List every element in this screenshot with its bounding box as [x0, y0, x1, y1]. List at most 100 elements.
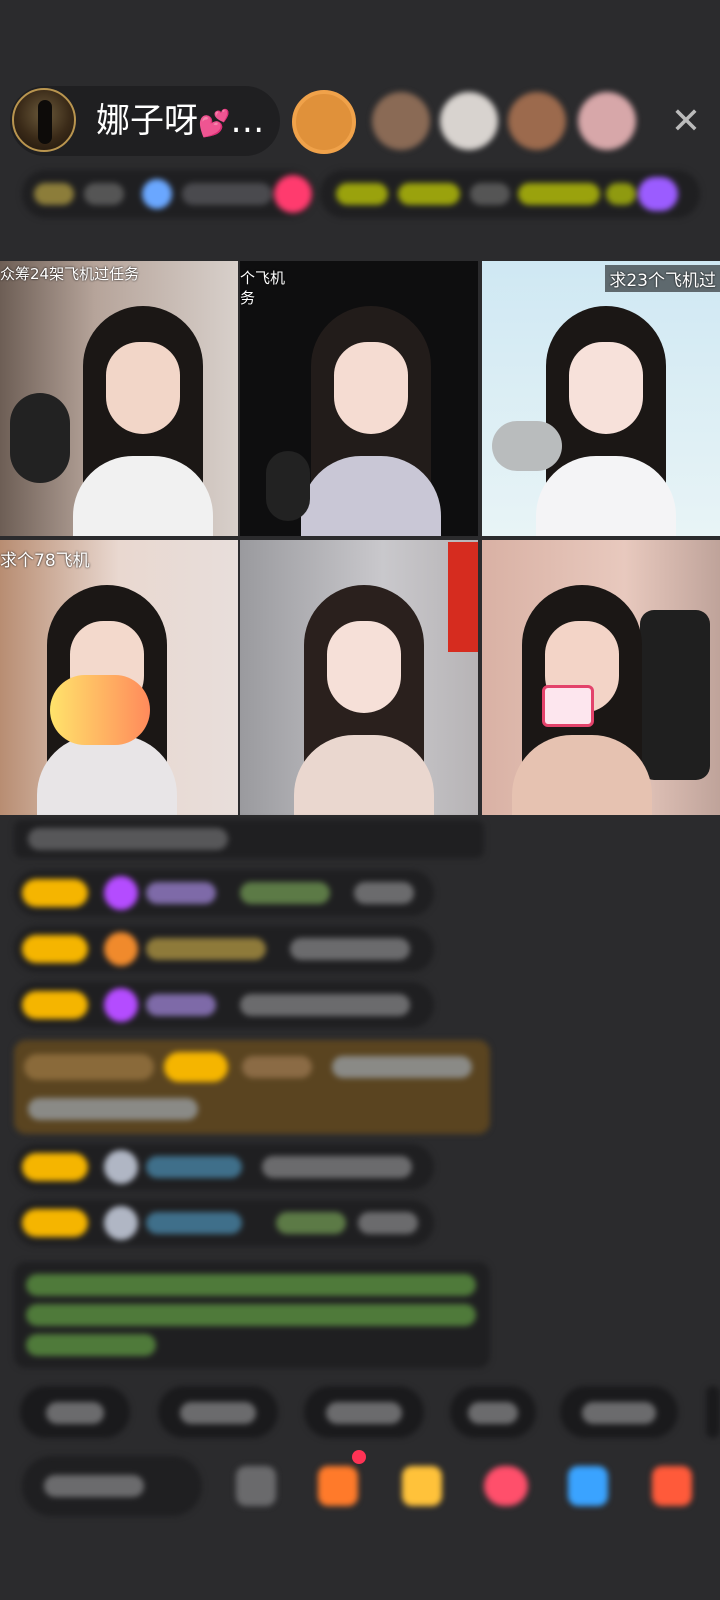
- streamer: [293, 585, 434, 815]
- viewer-avatar[interactable]: [292, 90, 356, 154]
- chat-message[interactable]: [14, 870, 434, 916]
- tile-caption: 个飞机: [240, 269, 286, 287]
- gem-icon: [104, 932, 138, 966]
- quick-reply-chip[interactable]: [706, 1386, 720, 1438]
- video-tile[interactable]: 求23个飞机过: [482, 261, 720, 536]
- room-info-bar[interactable]: [22, 170, 314, 218]
- microphone: [492, 421, 562, 471]
- chat-username: [146, 882, 216, 904]
- quick-reply-chip[interactable]: [560, 1386, 678, 1438]
- held-card: [542, 685, 594, 727]
- chat-username: [146, 994, 216, 1016]
- quick-reply-label: [468, 1402, 518, 1424]
- emoji-icon[interactable]: [236, 1466, 276, 1506]
- comment-input-placeholder: [44, 1475, 144, 1497]
- viewer-avatar[interactable]: [578, 92, 636, 150]
- chat-message[interactable]: [14, 982, 434, 1028]
- quick-reply-chip[interactable]: [450, 1386, 536, 1438]
- streamer: [300, 306, 441, 536]
- chat-text: [240, 994, 410, 1016]
- info-chip: [182, 183, 272, 205]
- host-name-ellipsis: …: [230, 101, 265, 141]
- task-chip: [398, 183, 460, 205]
- hot-icon: [274, 175, 312, 213]
- avatar: [104, 1150, 138, 1184]
- level-badge: [164, 1052, 228, 1082]
- red-packet-icon[interactable]: [484, 1466, 528, 1506]
- tile-caption-line2: 务: [240, 289, 256, 307]
- tile-caption: 求23个飞机过: [605, 265, 720, 292]
- level-badge: [22, 991, 88, 1019]
- streamer-face: [105, 342, 180, 434]
- task-chip: [336, 183, 388, 205]
- system-notice-row: [14, 820, 484, 858]
- tile-caption: 众筹24架飞机过任务: [0, 265, 140, 283]
- chat-message[interactable]: [14, 1144, 434, 1190]
- info-chip: [84, 183, 124, 205]
- chat-username: [146, 1212, 242, 1234]
- close-icon[interactable]: ✕: [670, 104, 702, 140]
- task-chip: [518, 183, 600, 205]
- comment-input[interactable]: [22, 1456, 202, 1516]
- announcement-line: [26, 1334, 156, 1356]
- host-avatar[interactable]: [12, 88, 76, 152]
- task-chip: [606, 183, 636, 205]
- microphone: [266, 451, 310, 521]
- task-bar[interactable]: [320, 170, 700, 218]
- gift-icon: [638, 177, 678, 211]
- streamer-face: [568, 342, 643, 434]
- streamer: [535, 306, 676, 536]
- quick-reply-chip[interactable]: [158, 1386, 278, 1438]
- streamer: [72, 306, 213, 536]
- level-badge: [22, 1153, 88, 1181]
- viewer-avatar[interactable]: [372, 92, 430, 150]
- streamer-face: [333, 342, 408, 434]
- quick-reply-label: [180, 1402, 256, 1424]
- chat-username: [146, 1156, 242, 1178]
- quick-reply-label: [46, 1402, 104, 1424]
- share-icon[interactable]: [568, 1466, 608, 1506]
- video-tile[interactable]: 个飞机 务: [240, 261, 478, 536]
- video-tile[interactable]: 求个78飞机: [0, 540, 238, 815]
- chat-message[interactable]: [14, 1200, 434, 1246]
- quick-reply-label: [326, 1402, 402, 1424]
- announcement-line: [26, 1304, 476, 1326]
- gem-icon: [104, 876, 138, 910]
- announcement-line: [26, 1274, 476, 1296]
- multi-guest-video-grid: 众筹24架飞机过任务 个飞机 务 求23个飞机过 求个78飞机: [0, 261, 720, 816]
- quick-reply-chip[interactable]: [304, 1386, 424, 1438]
- chat-message[interactable]: [14, 926, 434, 972]
- chat-text: [262, 1156, 412, 1178]
- chat-text: [332, 1056, 472, 1078]
- chat-text: [354, 882, 414, 904]
- chat-text: [290, 938, 410, 960]
- video-tile[interactable]: 众筹24架飞机过任务: [0, 261, 238, 536]
- face-mask: [50, 675, 150, 745]
- treasure-icon[interactable]: [402, 1466, 442, 1506]
- decoration-poster: [448, 542, 478, 652]
- heart-icon: 💕: [198, 109, 231, 139]
- video-tile[interactable]: [240, 540, 478, 815]
- chat-text: [358, 1212, 418, 1234]
- quick-reply-label: [582, 1402, 656, 1424]
- quick-reply-chip[interactable]: [20, 1386, 130, 1438]
- viewer-avatar[interactable]: [440, 92, 498, 150]
- gem-icon: [104, 988, 138, 1022]
- highlight-message[interactable]: [14, 1040, 490, 1134]
- gift-box-icon[interactable]: [318, 1466, 358, 1506]
- streamer-face: [326, 621, 401, 713]
- host-name[interactable]: 娜子呀💕…: [96, 100, 264, 145]
- system-announcement: [14, 1262, 490, 1368]
- chat-target: [276, 1212, 346, 1234]
- notification-dot: [352, 1450, 366, 1464]
- viewer-avatar[interactable]: [508, 92, 566, 150]
- more-icon[interactable]: [652, 1466, 692, 1506]
- microphone: [10, 393, 70, 483]
- chat-username: [146, 938, 266, 960]
- host-name-text: 娜子呀: [96, 101, 198, 141]
- level-badge: [22, 935, 88, 963]
- chat-text-line2: [28, 1098, 198, 1120]
- video-tile[interactable]: [482, 540, 720, 815]
- level-badge: [22, 1209, 88, 1237]
- chat-username: [242, 1056, 312, 1078]
